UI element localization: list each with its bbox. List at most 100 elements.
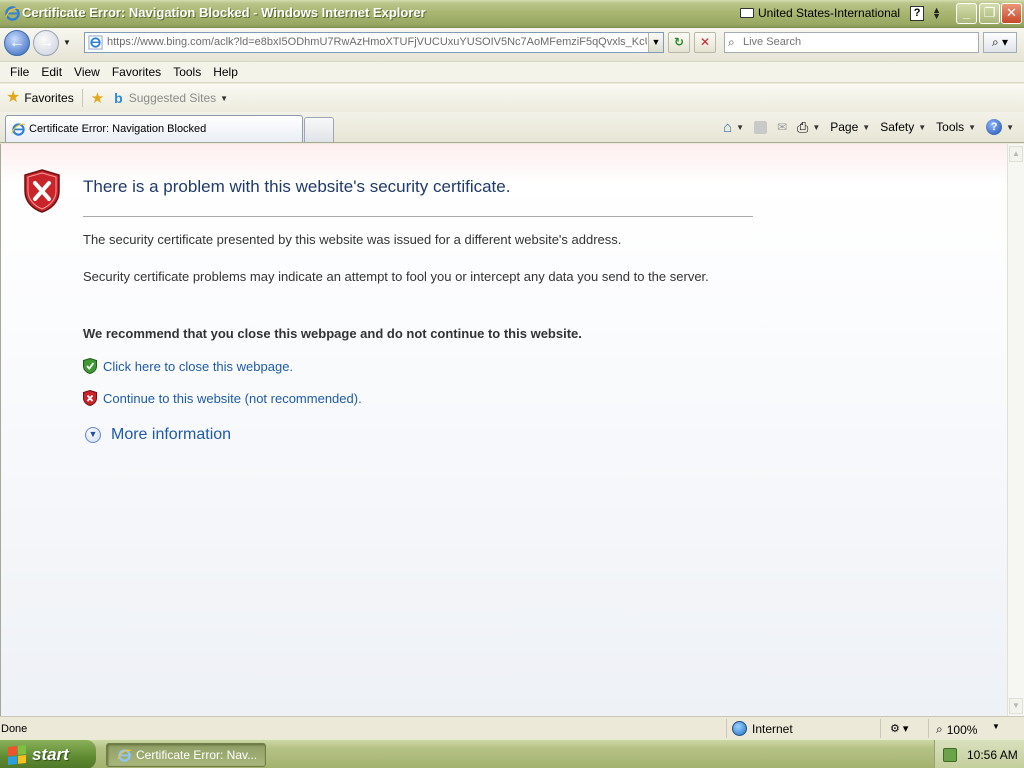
safety-menu[interactable]: Safety ▼ <box>876 118 930 136</box>
language-options-icon[interactable]: ▲ ▼ <box>932 6 941 21</box>
start-button[interactable]: start <box>0 740 96 768</box>
page-title: There is a problem with this website's s… <box>83 177 511 196</box>
home-icon: ⌂ <box>723 118 733 136</box>
page-menu-label: Page <box>830 120 859 134</box>
error-shield-icon <box>24 169 60 213</box>
vertical-scrollbar[interactable]: ▲ ▼ <box>1007 144 1024 716</box>
language-label: United States-International <box>758 6 901 20</box>
page-ie-icon <box>88 35 103 50</box>
internet-globe-icon <box>732 721 747 736</box>
restore-button[interactable]: ❐ <box>979 3 1000 24</box>
recent-pages-dropdown[interactable]: ▼ <box>63 38 71 47</box>
suggested-sites-dropdown-icon[interactable]: ▼ <box>220 94 228 103</box>
tab-ie-icon <box>11 123 26 136</box>
divider <box>880 719 881 738</box>
window-title: Certificate Error: Navigation Blocked - … <box>22 5 426 20</box>
expand-chevron-icon: ▼ <box>85 427 101 443</box>
taskbar-item-label: Certificate Error: Nav... <box>136 748 258 762</box>
scroll-up-icon[interactable]: ▲ <box>1009 146 1023 162</box>
explanation-text: The security certificate presented by th… <box>83 232 622 247</box>
menu-edit[interactable]: Edit <box>35 65 68 79</box>
title-bar: Certificate Error: Navigation Blocked - … <box>0 0 1024 28</box>
close-webpage-link[interactable]: Click here to close this webpage. <box>83 358 293 374</box>
taskbar-ie-icon <box>117 748 132 762</box>
back-button[interactable]: ← <box>4 30 30 56</box>
tools-menu[interactable]: Tools ▼ <box>932 118 980 136</box>
refresh-button[interactable]: ↻ <box>668 32 690 53</box>
safety-menu-label: Safety <box>880 120 915 134</box>
mail-icon: ✉ <box>777 120 788 134</box>
back-arrow-icon: ← <box>9 34 25 51</box>
rss-feed-icon <box>754 120 768 134</box>
page-menu[interactable]: Page ▼ <box>826 118 874 136</box>
menu-favorites[interactable]: Favorites <box>106 65 167 79</box>
print-button[interactable]: ⎙ ▼ <box>793 118 824 136</box>
search-input[interactable] <box>743 36 973 48</box>
restore-icon: ❐ <box>983 5 996 20</box>
continue-link-text[interactable]: Continue to this website (not recommende… <box>103 391 362 406</box>
search-go-button[interactable]: ⌕ ▾ <box>983 32 1017 53</box>
more-information-toggle[interactable]: ▼ More information <box>85 426 231 444</box>
menu-view[interactable]: View <box>68 65 106 79</box>
add-to-favorites-bar-icon[interactable]: ★ <box>91 89 104 107</box>
more-information-label[interactable]: More information <box>111 426 231 444</box>
protected-mode-icon[interactable]: ⚙ ▾ <box>890 722 908 735</box>
divider <box>83 216 753 217</box>
search-go-icon: ⌕ ▾ <box>991 35 1009 49</box>
security-zone[interactable]: Internet <box>732 721 793 736</box>
favorites-button[interactable]: ★ Favorites <box>0 90 74 106</box>
zoom-magnifier-icon: ⌕ <box>936 722 943 736</box>
language-bar[interactable]: United States-International ? ▲ ▼ <box>740 3 941 23</box>
suggested-sites-link[interactable]: Suggested Sites <box>129 91 216 105</box>
ie-logo-icon <box>5 6 20 21</box>
favorites-bar: ★ Favorites ★ b Suggested Sites ▼ <box>0 84 1024 112</box>
bing-icon: b <box>114 90 123 106</box>
printer-icon: ⎙ <box>797 118 809 135</box>
new-tab-button[interactable] <box>304 117 334 142</box>
address-dropdown-icon[interactable]: ▼ <box>648 33 663 52</box>
forward-button[interactable]: → <box>33 30 59 56</box>
divider <box>928 719 929 738</box>
feeds-button[interactable] <box>750 118 771 136</box>
refresh-icon: ↻ <box>673 35 685 49</box>
minimize-button[interactable]: _ <box>956 3 977 24</box>
favorites-star-icon: ★ <box>6 89 21 106</box>
scroll-down-icon[interactable]: ▼ <box>1009 698 1023 714</box>
keyboard-icon <box>740 8 754 18</box>
clock[interactable]: 10:56 AM <box>967 748 1018 762</box>
zoom-control[interactable]: ⌕ 100% <box>936 722 977 737</box>
search-box[interactable]: ⌕ <box>724 32 979 53</box>
tab-certificate-error[interactable]: Certificate Error: Navigation Blocked <box>5 115 303 142</box>
zone-label: Internet <box>752 721 793 736</box>
close-window-button[interactable]: ✕ <box>1001 3 1022 24</box>
start-label: start <box>32 744 69 764</box>
continue-to-website-link[interactable]: Continue to this website (not recommende… <box>83 390 362 406</box>
tab-label: Certificate Error: Navigation Blocked <box>29 123 207 135</box>
close-icon: ✕ <box>1006 5 1017 20</box>
network-tray-icon[interactable] <box>943 747 957 762</box>
menu-help[interactable]: Help <box>207 65 244 79</box>
language-help-icon[interactable]: ? <box>910 5 925 21</box>
url-text[interactable]: https://www.bing.com/aclk?ld=e8bxI5ODhmU… <box>107 36 647 48</box>
address-field[interactable]: https://www.bing.com/aclk?ld=e8bxI5ODhmU… <box>84 32 664 53</box>
system-tray: 10:56 AM <box>934 740 1024 768</box>
divider <box>81 89 83 107</box>
zoom-level: 100% <box>946 722 978 737</box>
command-bar: ⌂ ▼ ✉ ⎙ ▼ Page ▼ Safety ▼ Tools ▼ ? ▼ <box>719 118 1018 136</box>
favorites-label: Favorites <box>24 91 74 105</box>
menu-file[interactable]: File <box>4 65 35 79</box>
windows-flag-icon <box>8 744 26 765</box>
home-button[interactable]: ⌂ ▼ <box>719 118 748 136</box>
search-icon: ⌕ <box>728 35 735 49</box>
read-mail-button[interactable]: ✉ <box>773 118 791 136</box>
menu-tools[interactable]: Tools <box>167 65 207 79</box>
taskbar: start Certificate Error: Nav... 10:56 AM <box>0 739 1024 768</box>
stop-button[interactable]: ✕ <box>694 32 716 53</box>
tools-menu-label: Tools <box>936 120 965 134</box>
close-webpage-link-text[interactable]: Click here to close this webpage. <box>103 359 293 374</box>
taskbar-item-ie[interactable]: Certificate Error: Nav... <box>106 743 266 767</box>
menu-bar: File Edit View Favorites Tools Help <box>0 61 1024 83</box>
help-menu[interactable]: ? ▼ <box>982 118 1018 136</box>
zoom-dropdown-icon[interactable]: ▼ <box>992 722 1000 731</box>
help-icon: ? <box>986 119 1003 135</box>
